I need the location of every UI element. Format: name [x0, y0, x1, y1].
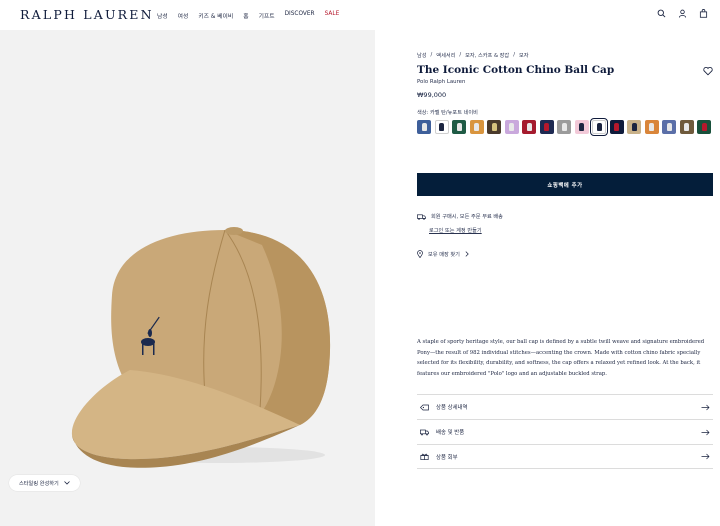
crumb-accessories[interactable]: 액세서리 [436, 52, 455, 59]
pony-logo-icon [491, 123, 497, 131]
pony-logo-icon [701, 123, 707, 131]
find-in-store-link[interactable]: 보유 매장 찾기 [417, 250, 469, 258]
main-nav: 남성 여성 키즈 & 베이비 홈 기프트 DISCOVER SALE [157, 11, 339, 20]
color-swatch[interactable] [574, 120, 589, 134]
heart-icon[interactable] [703, 66, 713, 76]
styling-complete-button[interactable]: 스타일링 완성하기 [9, 475, 80, 491]
crumb-hats[interactable]: 모자 [519, 52, 529, 59]
crumb-separator: / [459, 52, 462, 58]
product-title: The Iconic Cotton Chino Ball Cap [417, 64, 615, 76]
color-swatch[interactable] [487, 120, 501, 134]
color-swatch[interactable] [697, 120, 711, 134]
login-or-create-account-link[interactable]: 로그인 또는 계정 만들기 [429, 227, 482, 234]
arrow-right-icon [701, 429, 710, 435]
nav-gifts[interactable]: 기프트 [259, 11, 275, 20]
pony-logo-icon [456, 123, 462, 131]
tag-icon [420, 404, 429, 410]
nav-discover[interactable]: DISCOVER [285, 11, 315, 20]
product-info-panel: 남성 / 액세서리 / 모자, 스카프 & 장갑 / 모자 The Iconic… [417, 30, 713, 526]
color-swatch[interactable] [679, 120, 694, 134]
pony-logo-icon [439, 123, 444, 131]
crumb-separator: / [513, 52, 515, 58]
accordion-label: 상품 회부 [436, 454, 458, 461]
shipping-info: 회원 구매시, 모든 주문 무료 배송 [417, 213, 503, 220]
nav-men[interactable]: 남성 [157, 11, 168, 20]
gift-box-icon [420, 453, 429, 460]
shopping-bag-icon[interactable] [699, 9, 708, 18]
brand-logo[interactable]: RALPH LAUREN [20, 7, 154, 22]
accordion-label: 상품 상세내역 [436, 405, 468, 411]
accordion-product-details[interactable]: 상품 상세내역 [417, 394, 713, 419]
color-swatch[interactable] [609, 120, 624, 134]
pony-logo-icon [649, 123, 654, 131]
pony-logo-icon [631, 123, 637, 131]
crumb-men[interactable]: 남성 [417, 52, 427, 59]
color-swatch[interactable] [627, 120, 641, 134]
location-pin-icon [417, 250, 423, 258]
color-swatch[interactable] [522, 120, 536, 134]
color-swatch[interactable] [590, 118, 608, 136]
pony-logo-icon [684, 123, 689, 131]
color-swatch[interactable] [504, 120, 519, 134]
product-price: ₩99,000 [417, 91, 447, 99]
pony-logo-icon [614, 123, 619, 131]
pony-logo-icon [666, 123, 672, 131]
color-swatch[interactable] [644, 120, 659, 134]
account-icon[interactable] [678, 9, 687, 18]
product-accordion: 상품 상세내역 배송 및 반품 상품 회부 [417, 394, 713, 469]
truck-icon [420, 429, 429, 435]
nav-sale[interactable]: SALE [325, 11, 340, 20]
color-swatches [417, 118, 713, 136]
pony-logo-icon [509, 123, 514, 131]
find-in-store-label: 보유 매장 찾기 [428, 251, 460, 258]
product-image-cap[interactable] [0, 30, 375, 526]
truck-icon [417, 213, 426, 220]
chevron-right-icon [465, 251, 469, 257]
nav-home[interactable]: 홈 [243, 11, 248, 20]
color-swatch[interactable] [417, 120, 431, 134]
pony-logo-icon [579, 123, 584, 131]
header-icons [657, 9, 708, 18]
color-swatch[interactable] [662, 120, 676, 134]
chevron-down-icon [64, 481, 70, 485]
pony-logo-icon [561, 123, 567, 131]
accordion-gift[interactable]: 상품 회부 [417, 444, 713, 469]
nav-women[interactable]: 여성 [178, 11, 189, 20]
color-swatch[interactable] [469, 120, 484, 134]
crumb-hats-scarves-gloves[interactable]: 모자, 스카프 & 장갑 [465, 52, 509, 59]
styling-button-label: 스타일링 완성하기 [19, 480, 59, 487]
pony-logo-icon [596, 123, 602, 131]
pony-logo-icon [526, 123, 532, 131]
shipping-text: 회원 구매시, 모든 주문 무료 배송 [431, 214, 503, 220]
arrow-right-icon [701, 453, 710, 460]
search-icon[interactable] [657, 9, 666, 18]
product-description: A staple of sporty heritage style, our b… [417, 339, 705, 377]
pony-logo-icon [544, 123, 549, 131]
crumb-separator: / [430, 52, 433, 58]
accordion-shipping-returns[interactable]: 배송 및 반품 [417, 419, 713, 444]
add-to-bag-button[interactable]: 쇼핑백에 추가 [417, 173, 713, 196]
site-header: RALPH LAUREN 남성 여성 키즈 & 베이비 홈 기프트 DISCOV… [0, 0, 720, 30]
nav-kids-baby[interactable]: 키즈 & 베이비 [198, 11, 233, 20]
breadcrumb: 남성 / 액세서리 / 모자, 스카프 & 장갑 / 모자 [417, 52, 529, 59]
product-image-panel: 스타일링 완성하기 [0, 30, 375, 526]
color-swatch[interactable] [557, 120, 571, 134]
accordion-label: 배송 및 반품 [436, 430, 465, 436]
product-brand: Polo Ralph Lauren [417, 79, 466, 85]
color-swatch[interactable] [539, 120, 554, 134]
color-swatch[interactable] [452, 120, 466, 134]
pony-logo-icon [421, 123, 427, 131]
pony-logo-icon [474, 123, 479, 131]
arrow-right-icon [701, 404, 710, 410]
color-swatch[interactable] [434, 120, 449, 134]
color-label: 색상: 카멜 탄/뉴포트 네이비 [417, 110, 478, 116]
